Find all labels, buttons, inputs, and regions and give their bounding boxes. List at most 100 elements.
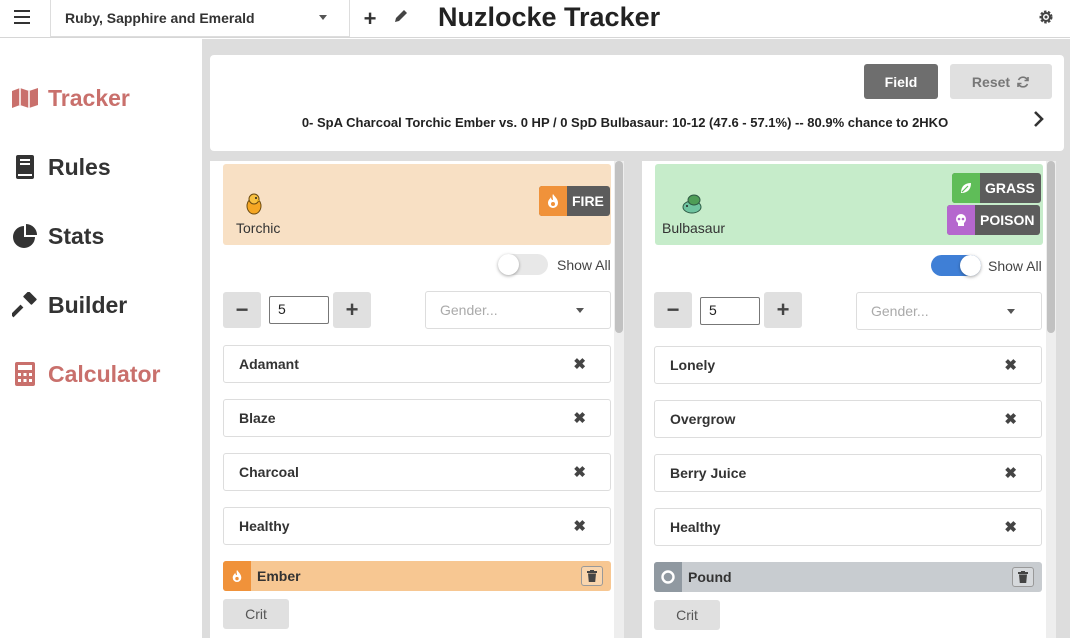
settings-button[interactable] xyxy=(1038,9,1056,27)
pokemon-name: Bulbasaur xyxy=(662,220,726,236)
sidebar-item-label: Builder xyxy=(48,291,128,318)
item-chip[interactable]: Charcoal ✖ xyxy=(223,453,611,491)
chevron-down-icon xyxy=(576,308,584,313)
show-all-label: Show All xyxy=(557,257,611,273)
reset-label: Reset xyxy=(971,73,1011,90)
gender-placeholder: Gender... xyxy=(871,303,929,319)
status-chip[interactable]: Healthy ✖ xyxy=(654,508,1042,546)
game-select-value: Ruby, Sapphire and Emerald xyxy=(65,10,255,26)
attacker-panel: Torchic FIRE Show All − 5 + Gender... Ad… xyxy=(210,161,624,638)
item-chip[interactable]: Berry Juice ✖ xyxy=(654,454,1042,492)
move-bar[interactable]: Ember xyxy=(223,561,611,591)
ability-value: Overgrow xyxy=(670,411,736,427)
show-all-toggle[interactable] xyxy=(498,254,548,275)
clear-icon[interactable]: ✖ xyxy=(1004,518,1017,536)
ability-chip[interactable]: Overgrow ✖ xyxy=(654,400,1042,438)
level-increment-button[interactable]: + xyxy=(333,292,371,328)
skull-icon xyxy=(947,205,975,235)
hammer-icon xyxy=(10,292,40,318)
move-name: Pound xyxy=(688,569,732,585)
refresh-icon xyxy=(1017,75,1029,88)
delete-move-button[interactable] xyxy=(581,566,603,586)
sidebar-item-label: Calculator xyxy=(48,360,161,387)
scrollbar[interactable] xyxy=(1046,161,1056,638)
chevron-down-icon xyxy=(319,15,327,20)
menu-icon[interactable] xyxy=(14,10,30,24)
trash-icon xyxy=(587,570,597,582)
sidebar-item-calculator[interactable]: Calculator xyxy=(10,354,160,394)
delete-move-button[interactable] xyxy=(1012,567,1034,587)
add-game-button[interactable]: + xyxy=(360,6,380,32)
leaf-icon xyxy=(952,173,980,203)
type-label: FIRE xyxy=(572,193,604,209)
nature-chip[interactable]: Lonely ✖ xyxy=(654,346,1042,384)
sidebar-item-label: Stats xyxy=(48,222,105,249)
ability-chip[interactable]: Blaze ✖ xyxy=(223,399,611,437)
level-increment-button[interactable]: + xyxy=(764,292,802,328)
level-decrement-button[interactable]: − xyxy=(223,292,261,328)
calculator-main: Field Reset 0- SpA Charcoal Torchic Embe… xyxy=(202,39,1070,638)
clear-icon[interactable]: ✖ xyxy=(573,517,586,535)
sidebar-item-rules[interactable]: Rules xyxy=(10,147,111,187)
sidebar-item-stats[interactable]: Stats xyxy=(10,216,104,256)
next-result-button[interactable] xyxy=(1032,110,1046,128)
sidebar-item-builder[interactable]: Builder xyxy=(10,285,127,325)
game-select[interactable]: Ruby, Sapphire and Emerald xyxy=(50,0,350,37)
pencil-icon xyxy=(395,10,407,22)
crit-button[interactable]: Crit xyxy=(223,599,289,629)
status-chip[interactable]: Healthy ✖ xyxy=(223,507,611,545)
normal-type-icon xyxy=(654,562,682,592)
move-bar[interactable]: Pound xyxy=(654,562,1042,592)
fire-icon xyxy=(223,561,251,591)
status-value: Healthy xyxy=(670,519,721,535)
sidebar-item-label: Tracker xyxy=(48,84,130,111)
sidebar: Tracker Rules Stats Builder Calculator xyxy=(0,39,202,638)
nature-chip[interactable]: Adamant ✖ xyxy=(223,345,611,383)
page-title: Nuzlocke Tracker xyxy=(438,2,661,32)
crit-button[interactable]: Crit xyxy=(654,600,720,630)
calc-result-card: Field Reset 0- SpA Charcoal Torchic Embe… xyxy=(210,55,1064,151)
pokemon-header: Bulbasaur GRASS POISON xyxy=(655,164,1043,245)
show-all-toggle[interactable] xyxy=(931,255,981,276)
gear-icon xyxy=(1039,10,1053,24)
clear-icon[interactable]: ✖ xyxy=(1004,464,1017,482)
type-badge-grass: GRASS xyxy=(952,173,1041,203)
sidebar-item-label: Rules xyxy=(48,153,111,180)
nature-value: Lonely xyxy=(670,357,716,373)
show-all-label: Show All xyxy=(988,258,1042,274)
chevron-right-icon xyxy=(1034,111,1044,127)
status-value: Healthy xyxy=(239,518,290,534)
calc-result-text: 0- SpA Charcoal Torchic Ember vs. 0 HP /… xyxy=(301,115,949,130)
trash-icon xyxy=(1018,571,1028,583)
clear-icon[interactable]: ✖ xyxy=(1004,410,1017,428)
fire-icon xyxy=(539,186,567,216)
gender-select[interactable]: Gender... xyxy=(425,291,611,329)
edit-game-button[interactable] xyxy=(393,8,413,28)
gender-placeholder: Gender... xyxy=(440,302,498,318)
nature-value: Adamant xyxy=(239,356,299,372)
pokemon-name: Torchic xyxy=(236,220,281,236)
sidebar-item-tracker[interactable]: Tracker xyxy=(10,78,130,118)
type-badge-poison: POISON xyxy=(947,205,1041,235)
pie-chart-icon xyxy=(10,223,40,249)
clear-icon[interactable]: ✖ xyxy=(1004,356,1017,374)
book-icon xyxy=(10,154,40,180)
type-badge-fire: FIRE xyxy=(539,186,610,216)
level-decrement-button[interactable]: − xyxy=(654,292,692,328)
level-input[interactable]: 5 xyxy=(700,297,760,325)
ability-value: Blaze xyxy=(239,410,276,426)
level-input[interactable]: 5 xyxy=(269,296,329,324)
torchic-sprite xyxy=(243,192,271,218)
clear-icon[interactable]: ✖ xyxy=(573,463,586,481)
gender-select[interactable]: Gender... xyxy=(856,292,1042,330)
bulbasaur-sprite xyxy=(680,192,708,218)
scrollbar[interactable] xyxy=(614,161,624,638)
calculator-icon xyxy=(10,361,40,387)
clear-icon[interactable]: ✖ xyxy=(573,409,586,427)
field-button[interactable]: Field xyxy=(864,64,938,99)
reset-button[interactable]: Reset xyxy=(950,64,1052,99)
map-icon xyxy=(10,85,40,111)
move-name: Ember xyxy=(257,568,301,584)
clear-icon[interactable]: ✖ xyxy=(573,355,586,373)
item-value: Berry Juice xyxy=(670,465,747,481)
